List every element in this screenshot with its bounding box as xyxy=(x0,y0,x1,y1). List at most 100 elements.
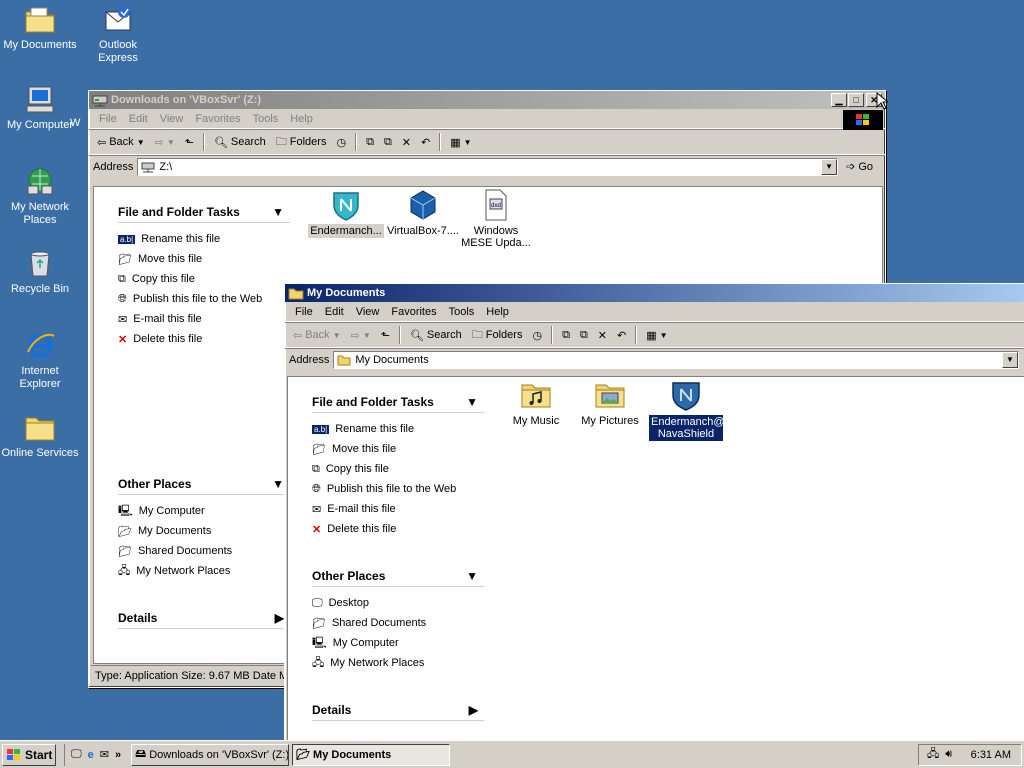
undo-button[interactable]: ↶ xyxy=(417,134,434,151)
delete-button[interactable]: ✕ xyxy=(398,134,415,151)
volume-icon[interactable]: 🔊︎ xyxy=(945,748,952,761)
place-shared-documents[interactable]: 📁︎ Shared Documents xyxy=(312,613,484,633)
task-copy[interactable]: ⧉ Copy this file xyxy=(312,459,484,479)
desktop-icon-recycle-bin[interactable]: Recycle Bin xyxy=(0,248,80,296)
collapse-arrow-icon: ▼ xyxy=(466,395,478,409)
delete-button[interactable]: ✕ xyxy=(594,327,611,344)
menu-file[interactable]: File xyxy=(93,113,123,125)
place-label: My Documents xyxy=(137,525,212,537)
go-button[interactable]: ➩ Go xyxy=(842,158,877,175)
menu-favorites[interactable]: Favorites xyxy=(385,306,442,318)
details-header[interactable]: Details ▶ xyxy=(118,611,290,629)
task-move[interactable]: 📁︎ Move this file xyxy=(312,439,484,459)
outlook-express-icon[interactable]: ✉ xyxy=(100,748,109,761)
copy-to-button[interactable]: ⧉ xyxy=(576,327,592,344)
folders-button[interactable]: 🗀 Folders xyxy=(468,324,527,347)
details-header[interactable]: Details ▶ xyxy=(312,703,484,721)
quick-launch-chevron[interactable]: » xyxy=(115,749,121,761)
desktop-icon-internet-explorer[interactable]: Internet Explorer xyxy=(0,330,80,391)
file-item-navashield[interactable]: Endermanch@ NavaShield xyxy=(646,379,726,441)
start-button[interactable]: Start xyxy=(2,743,56,766)
task-move[interactable]: 📁︎ Move this file xyxy=(118,249,290,269)
folders-button[interactable]: 🗀 Folders xyxy=(272,131,331,154)
file-folder-tasks-header[interactable]: File and Folder Tasks ▼ xyxy=(118,205,290,223)
place-shared-documents[interactable]: 📁︎ Shared Documents xyxy=(118,541,290,561)
menu-tools[interactable]: Tools xyxy=(443,306,481,318)
minimize-button[interactable]: ▁ xyxy=(831,93,847,107)
menu-view[interactable]: View xyxy=(154,113,190,125)
address-input[interactable]: My Documents ▼ xyxy=(333,350,1019,369)
address-dropdown-button[interactable]: ▼ xyxy=(821,158,838,175)
desktop-icon-online-services[interactable]: Online Services xyxy=(0,412,80,460)
taskbar-button-downloads[interactable]: 🖴 Downloads on 'VBoxSvr' (Z:) xyxy=(131,743,290,766)
undo-button[interactable]: ↶ xyxy=(613,327,630,344)
taskbar-button-my-documents[interactable]: 📂︎ My Documents xyxy=(292,743,451,766)
folder-item-my-pictures[interactable]: My Pictures xyxy=(570,379,650,427)
desktop-icon-my-computer[interactable]: My Computer xyxy=(0,84,80,132)
delete-icon: ✕ xyxy=(597,329,608,342)
file-item-virtualbox[interactable]: VirtualBox-7.... xyxy=(383,189,463,237)
file-item-windows-mese-update[interactable]: dxd Windows MESE Upda... xyxy=(456,189,536,249)
place-my-network-places[interactable]: 🖧 My Network Places xyxy=(312,653,484,673)
task-email[interactable]: ✉ E-mail this file xyxy=(312,499,484,519)
task-publish[interactable]: 🌐︎ Publish this file to the Web xyxy=(312,479,484,499)
back-button[interactable]: ⇦ Back ▼ xyxy=(93,134,149,151)
back-button[interactable]: ⇦ Back ▼ xyxy=(289,327,345,344)
task-publish[interactable]: 🌐︎ Publish this file to the Web xyxy=(118,289,290,309)
place-my-documents[interactable]: 📂︎ My Documents xyxy=(118,521,290,541)
menu-favorites[interactable]: Favorites xyxy=(189,113,246,125)
show-desktop-icon[interactable]: 🖵 xyxy=(71,748,82,761)
menu-edit[interactable]: Edit xyxy=(123,113,154,125)
up-folder-button[interactable]: ⬑ xyxy=(377,327,394,344)
menu-view[interactable]: View xyxy=(350,306,386,318)
place-my-computer[interactable]: 🖳 My Computer xyxy=(312,633,484,653)
move-to-button[interactable]: ⧉ xyxy=(362,134,378,151)
network-tray-icon[interactable]: 🖧 xyxy=(927,745,939,764)
menu-help[interactable]: Help xyxy=(284,113,319,125)
file-folder-tasks-header[interactable]: File and Folder Tasks ▼ xyxy=(312,395,484,413)
copy-to-button[interactable]: ⧉ xyxy=(380,134,396,151)
search-button[interactable]: 🔍︎ Search xyxy=(210,134,270,151)
window-my-documents[interactable]: My Documents File Edit View Favorites To… xyxy=(284,283,1024,743)
file-item-endermanch[interactable]: Endermanch... xyxy=(306,189,386,238)
other-places-header[interactable]: Other Places ▼ xyxy=(312,569,484,587)
task-rename[interactable]: a.b| Rename this file xyxy=(118,229,290,249)
folder-view[interactable]: File and Folder Tasks ▼ a.b| Rename this f… xyxy=(287,376,1024,742)
forward-button[interactable]: ⇨ ▼ xyxy=(151,134,179,151)
menu-edit[interactable]: Edit xyxy=(319,306,350,318)
desktop-icon-my-network-places[interactable]: My Network Places xyxy=(0,166,80,227)
forward-button[interactable]: ⇨ ▼ xyxy=(347,327,375,344)
address-input[interactable]: Z:\ ▼ xyxy=(137,157,839,176)
folder-item-my-music[interactable]: My Music xyxy=(496,379,576,427)
place-desktop[interactable]: 🖵 Desktop xyxy=(312,593,484,613)
back-arrow-icon: ⇦ xyxy=(293,329,303,342)
up-folder-button[interactable]: ⬑ xyxy=(181,134,198,151)
desktop-icon-outlook-express[interactable]: Outlook Express xyxy=(78,4,158,65)
other-places-header[interactable]: Other Places ▼ xyxy=(118,477,290,495)
place-my-network-places[interactable]: 🖧 My Network Places xyxy=(118,561,290,581)
window-titlebar[interactable]: Downloads on 'VBoxSvr' (Z:) ▁ □ ✕ xyxy=(89,91,885,109)
window-titlebar[interactable]: My Documents xyxy=(285,284,1024,302)
menu-tools[interactable]: Tools xyxy=(247,113,285,125)
task-rename[interactable]: a.b| Rename this file xyxy=(312,419,484,439)
maximize-button[interactable]: □ xyxy=(848,93,864,107)
task-copy[interactable]: ⧉ Copy this file xyxy=(118,269,290,289)
task-email[interactable]: ✉ E-mail this file xyxy=(118,309,290,329)
move-to-button[interactable]: ⧉ xyxy=(558,327,574,344)
computer-icon: 🖳 xyxy=(312,636,327,649)
clock[interactable]: 6:31 AM xyxy=(971,749,1011,761)
task-delete[interactable]: ✕ Delete this file xyxy=(118,329,290,349)
search-button[interactable]: 🔍︎ Search xyxy=(406,327,466,344)
views-button[interactable]: ▦ ▼ xyxy=(446,134,475,151)
menu-help[interactable]: Help xyxy=(480,306,515,318)
menu-file[interactable]: File xyxy=(289,306,319,318)
history-button[interactable]: ◷ xyxy=(332,134,350,151)
views-button[interactable]: ▦ ▼ xyxy=(642,327,671,344)
internet-explorer-icon[interactable]: e xyxy=(88,749,94,761)
place-my-computer[interactable]: 🖳 My Computer xyxy=(118,501,290,521)
desktop-icon-my-documents[interactable]: My Documents xyxy=(0,4,80,52)
delete-icon: ✕ xyxy=(401,136,412,149)
history-button[interactable]: ◷ xyxy=(528,327,546,344)
task-delete[interactable]: ✕ Delete this file xyxy=(312,519,484,539)
address-dropdown-button[interactable]: ▼ xyxy=(1002,351,1018,368)
